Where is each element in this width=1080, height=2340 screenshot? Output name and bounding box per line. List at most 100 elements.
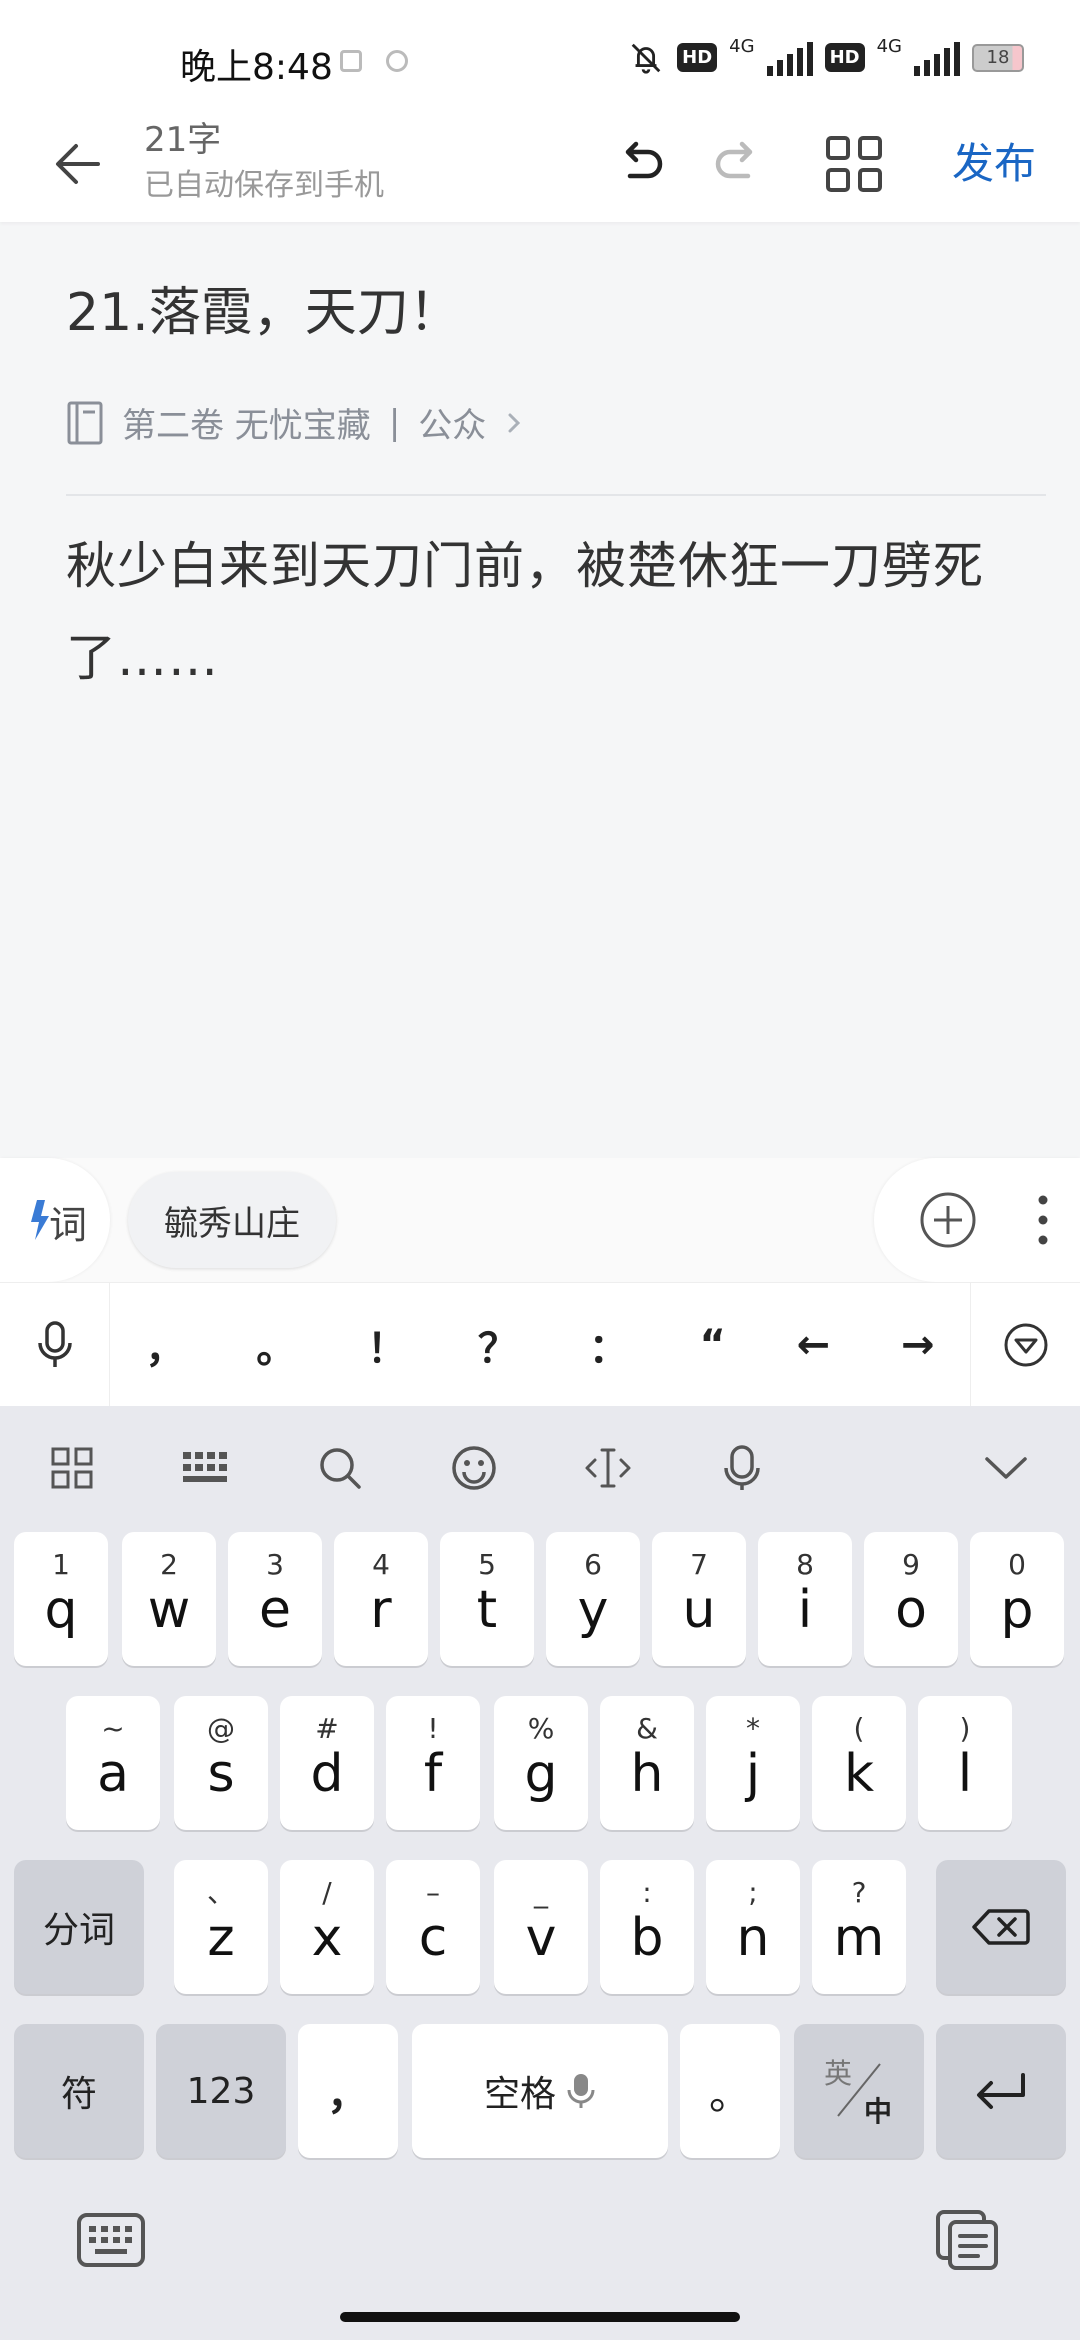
key-sub: 9 bbox=[902, 1548, 920, 1581]
punct-key[interactable]: ？ bbox=[478, 1316, 518, 1374]
key-a[interactable]: ~ a bbox=[66, 1696, 160, 1830]
dictionary-button[interactable]: 词 bbox=[0, 1158, 110, 1282]
key-sub: 0 bbox=[1008, 1548, 1026, 1581]
key-sub: – bbox=[426, 1876, 440, 1909]
mute-bell-icon bbox=[631, 43, 661, 74]
key-main: v bbox=[525, 1908, 557, 1968]
numbers-key[interactable]: 123 bbox=[156, 2024, 286, 2158]
status-time: 晚上8:48 bbox=[180, 47, 333, 88]
undo-button[interactable] bbox=[602, 124, 682, 204]
cursor-control-button[interactable] bbox=[576, 1436, 640, 1500]
arrow-right-key[interactable]: → bbox=[901, 1322, 935, 1368]
key-j[interactable]: * j bbox=[706, 1696, 800, 1830]
clipboard-button[interactable] bbox=[934, 2208, 1000, 2276]
candidate-actions bbox=[874, 1158, 1080, 1282]
symbol-key[interactable]: 符 bbox=[14, 2024, 144, 2158]
punctuation-keys: ， 。 ！ ？ ： “ ← → bbox=[110, 1283, 970, 1407]
voice-button[interactable] bbox=[710, 1436, 774, 1500]
key-y[interactable]: 6y bbox=[546, 1532, 640, 1666]
clipboard-icon bbox=[936, 2210, 998, 2270]
plus-circle-icon[interactable] bbox=[918, 1190, 978, 1250]
key-u[interactable]: 7u bbox=[652, 1532, 746, 1666]
key-h[interactable]: & h bbox=[600, 1696, 694, 1830]
key-l[interactable]: ) l bbox=[918, 1696, 1012, 1830]
title-divider bbox=[66, 494, 1046, 496]
key-main: r bbox=[370, 1580, 392, 1640]
key-w[interactable]: 2w bbox=[122, 1532, 216, 1666]
home-indicator[interactable] bbox=[340, 2312, 740, 2322]
key-main: w bbox=[147, 1580, 191, 1640]
backspace-key[interactable] bbox=[936, 1860, 1066, 1994]
key-o[interactable]: 9o bbox=[864, 1532, 958, 1666]
more-vertical-icon[interactable] bbox=[1033, 1190, 1053, 1250]
punct-key[interactable]: “ bbox=[700, 1322, 726, 1368]
keyboard-switch-button[interactable] bbox=[174, 1436, 238, 1500]
comma-key[interactable]: ， bbox=[298, 2024, 398, 2158]
key-v[interactable]: _ v bbox=[494, 1860, 588, 1994]
volume-selector[interactable]: 第二卷 无忧宝藏 | 公众 bbox=[66, 398, 526, 447]
segment-key[interactable]: 分词 bbox=[14, 1860, 144, 1994]
key-main: s bbox=[207, 1744, 235, 1804]
key-k[interactable]: (k bbox=[812, 1696, 906, 1830]
language-toggle-key[interactable]: 英 中 bbox=[794, 2024, 924, 2158]
search-button[interactable] bbox=[308, 1436, 372, 1500]
key-sub: _ bbox=[534, 1876, 548, 1909]
punct-key[interactable]: ， bbox=[145, 1316, 185, 1374]
suggestion-chip[interactable]: 毓秀山庄 bbox=[128, 1172, 336, 1268]
punct-key[interactable]: ！ bbox=[367, 1316, 407, 1374]
key-m[interactable]: ? m bbox=[812, 1860, 906, 1994]
undo-icon bbox=[625, 141, 663, 179]
key-f[interactable]: ! f bbox=[386, 1696, 480, 1830]
status-right-group: HD 4G HD 4G 18 bbox=[627, 36, 1024, 79]
text-cursor-icon bbox=[585, 1448, 631, 1488]
key-sub: 6 bbox=[584, 1548, 602, 1581]
chapter-body[interactable]: 秋少白来到天刀门前，被楚休狂一刀劈死了…… bbox=[66, 520, 1016, 704]
key-c[interactable]: – c bbox=[386, 1860, 480, 1994]
battery-level: 18 bbox=[986, 47, 1010, 68]
key-d[interactable]: # d bbox=[280, 1696, 374, 1830]
key-i[interactable]: 8i bbox=[758, 1532, 852, 1666]
hide-keyboard-button[interactable] bbox=[974, 1436, 1038, 1500]
triangle-down-circle-icon bbox=[1004, 1323, 1047, 1367]
key-label: 。 bbox=[708, 2069, 751, 2119]
key-r[interactable]: 4r bbox=[334, 1532, 428, 1666]
microphone-icon bbox=[37, 1321, 72, 1367]
emoji-button[interactable] bbox=[442, 1436, 506, 1500]
key-main: t bbox=[476, 1580, 498, 1640]
save-status: 已自动保存到手机 bbox=[144, 168, 384, 203]
key-main: o bbox=[895, 1580, 927, 1640]
key-sub: ~ bbox=[101, 1712, 125, 1745]
key-q[interactable]: 1q bbox=[14, 1532, 108, 1666]
back-button[interactable] bbox=[40, 126, 116, 202]
grid-menu-button[interactable] bbox=[814, 124, 894, 204]
period-key[interactable]: 。 bbox=[680, 2024, 780, 2158]
chapter-title[interactable]: 21.落霞，天刀！ bbox=[66, 270, 461, 345]
space-key[interactable]: 空格 bbox=[412, 2024, 668, 2158]
search-icon bbox=[320, 1448, 361, 1489]
key-p[interactable]: 0p bbox=[970, 1532, 1064, 1666]
key-sub: % bbox=[527, 1712, 555, 1745]
punct-key[interactable]: ： bbox=[589, 1316, 629, 1374]
punct-key[interactable]: 。 bbox=[256, 1316, 296, 1374]
enter-key[interactable] bbox=[936, 2024, 1066, 2158]
key-e[interactable]: 3e bbox=[228, 1532, 322, 1666]
layout-grid-button[interactable] bbox=[40, 1436, 104, 1500]
keyboard-settings-button[interactable] bbox=[76, 2212, 146, 2272]
key-t[interactable]: 5t bbox=[440, 1532, 534, 1666]
arrow-left-key[interactable]: ← bbox=[797, 1322, 831, 1368]
voice-input-button[interactable] bbox=[0, 1283, 110, 1407]
key-sub: 、 bbox=[206, 1876, 235, 1909]
key-main: d bbox=[310, 1744, 344, 1804]
key-label: ， bbox=[326, 2069, 369, 2119]
key-x[interactable]: / x bbox=[280, 1860, 374, 1994]
collapse-keyboard-button[interactable] bbox=[970, 1283, 1080, 1407]
publish-button[interactable]: 发布 bbox=[952, 130, 1036, 191]
key-s[interactable]: @ s bbox=[174, 1696, 268, 1830]
key-n[interactable]: ; n bbox=[706, 1860, 800, 1994]
key-b[interactable]: :b bbox=[600, 1860, 694, 1994]
key-g[interactable]: % g bbox=[494, 1696, 588, 1830]
key-main: f bbox=[423, 1744, 443, 1804]
signal-icon bbox=[914, 40, 960, 76]
key-z[interactable]: 、 z bbox=[174, 1860, 268, 1994]
redo-button[interactable] bbox=[696, 124, 776, 204]
